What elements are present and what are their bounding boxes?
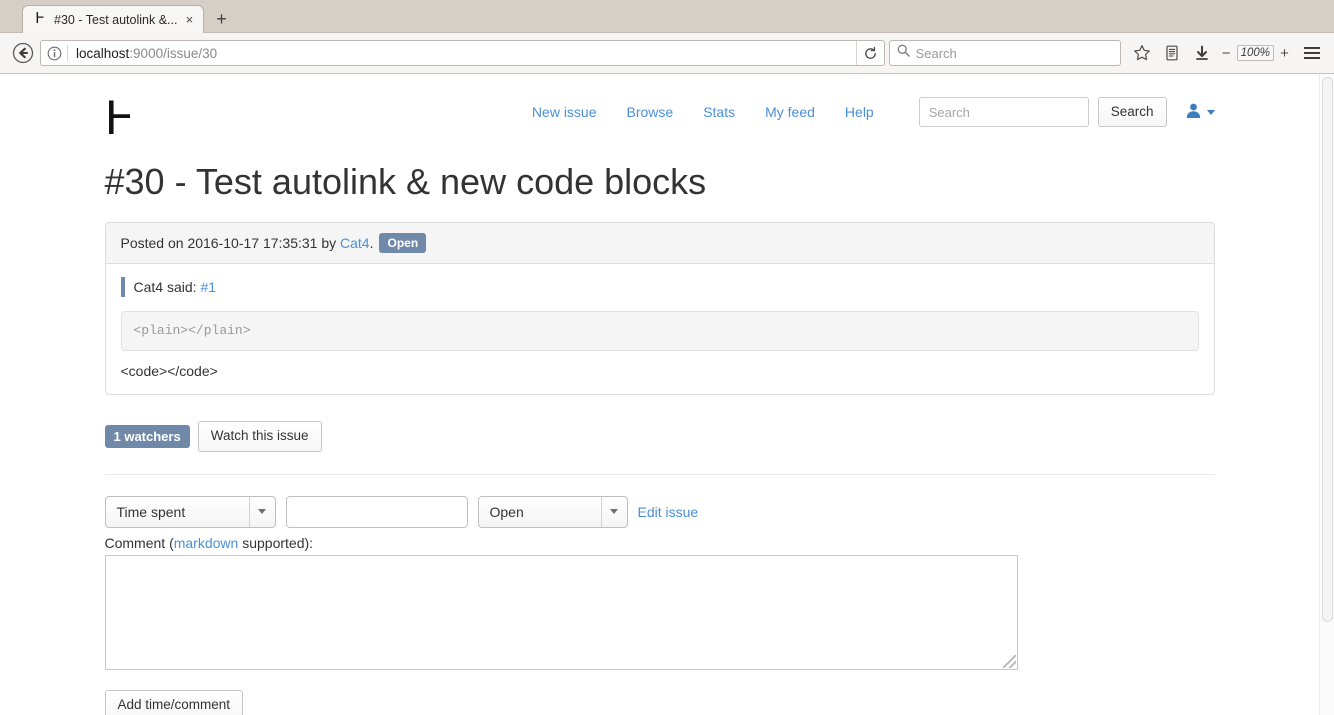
body-paragraph: <code></code> xyxy=(120,363,218,380)
page-content: Ͱ New issue Browse Stats My feed Help Se… xyxy=(0,74,1319,715)
issue-body: Cat4 said: #1 <plain></plain> <code></co… xyxy=(106,264,1214,394)
url-text: localhost:9000/issue/30 xyxy=(68,46,856,61)
status-badge: Open xyxy=(379,232,427,253)
site-info-icon[interactable] xyxy=(41,46,67,61)
quoted-comment: Cat4 said: #1 xyxy=(120,276,1199,297)
library-icon[interactable] xyxy=(1157,38,1187,68)
search-icon xyxy=(897,44,910,62)
quote-text: Cat4 said: xyxy=(133,278,201,295)
site-header: Ͱ New issue Browse Stats My feed Help Se… xyxy=(105,74,1215,146)
chevron-down-icon xyxy=(1206,109,1215,115)
time-spent-select-value: Time spent xyxy=(116,503,186,520)
site-logo[interactable]: Ͱ xyxy=(105,96,135,142)
bookmark-star-icon[interactable] xyxy=(1127,38,1157,68)
posted-date: 2016-10-17 17:35:31 xyxy=(187,234,318,251)
edit-issue-link[interactable]: Edit issue xyxy=(638,504,699,520)
watch-issue-button[interactable]: Watch this issue xyxy=(197,421,322,452)
page-viewport: Ͱ New issue Browse Stats My feed Help Se… xyxy=(0,74,1334,715)
url-path: :9000/issue/30 xyxy=(129,45,218,61)
tab-title: #30 - Test autolink &... xyxy=(54,12,178,27)
header-search-button[interactable]: Search xyxy=(1097,97,1167,127)
chevron-down-icon xyxy=(248,496,275,527)
header-search-form: Search xyxy=(918,97,1167,127)
nav-item-browse[interactable]: Browse xyxy=(612,96,689,128)
url-host: localhost xyxy=(76,45,130,61)
favicon-icon: Ͱ xyxy=(35,11,45,27)
add-time-comment-button[interactable]: Add time/comment xyxy=(104,689,244,715)
nav-item-my-feed[interactable]: My feed xyxy=(750,96,830,128)
markdown-link[interactable]: markdown xyxy=(174,535,239,551)
browser-search-bar[interactable]: Search xyxy=(888,40,1121,66)
watchers-count-badge: 1 watchers xyxy=(104,425,190,449)
author-link[interactable]: Cat4 xyxy=(340,235,370,251)
issue-meta: Posted on 2016-10-17 17:35:31 by Cat4. Op… xyxy=(105,222,1214,264)
issue-panel: Posted on 2016-10-17 17:35:31 by Cat4. Op… xyxy=(104,221,1215,396)
page-title: #30 - Test autolink & new code blocks xyxy=(104,161,707,202)
section-divider xyxy=(104,473,1215,475)
status-select[interactable]: Open xyxy=(477,495,628,528)
address-bar[interactable]: localhost:9000/issue/30 xyxy=(40,40,885,66)
page-scrollbar[interactable] xyxy=(1319,74,1334,715)
user-avatar-icon xyxy=(1185,102,1202,122)
zoom-controls: − 100% + xyxy=(1219,45,1292,62)
code-block: <plain></plain> xyxy=(120,310,1199,352)
quote-reference-link[interactable]: #1 xyxy=(200,279,216,295)
posted-prefix: Posted on xyxy=(120,234,188,251)
hamburger-menu-icon[interactable] xyxy=(1298,39,1326,67)
nav-item-stats[interactable]: Stats xyxy=(688,96,750,128)
tab-strip: Ͱ #30 - Test autolink &... × + xyxy=(0,0,1334,33)
scrollbar-thumb[interactable] xyxy=(1322,77,1333,622)
browser-tab[interactable]: Ͱ #30 - Test autolink &... × xyxy=(22,5,205,33)
nav-item-new-issue[interactable]: New issue xyxy=(517,96,612,128)
comment-label-end: supported): xyxy=(238,534,314,551)
posted-by-text: by xyxy=(317,234,341,251)
content-container: Ͱ New issue Browse Stats My feed Help Se… xyxy=(90,74,1230,715)
submit-row: Add time/comment xyxy=(104,689,1215,715)
comment-field-label: Comment (markdown supported): xyxy=(105,535,1215,551)
chevron-down-icon xyxy=(600,496,627,527)
header-search-input[interactable] xyxy=(918,97,1089,127)
nav-item-help[interactable]: Help xyxy=(830,96,889,128)
zoom-in-button[interactable]: + xyxy=(1277,45,1292,62)
comment-textarea[interactable] xyxy=(104,554,1018,670)
author-suffix: . xyxy=(369,234,374,251)
browser-window: Ͱ #30 - Test autolink &... × + localhost… xyxy=(0,0,1334,715)
user-menu[interactable] xyxy=(1185,102,1215,122)
reload-icon[interactable] xyxy=(855,41,884,65)
comment-textarea-wrapper xyxy=(104,554,1018,670)
browser-toolbar: localhost:9000/issue/30 Search − 100% + xyxy=(0,33,1334,74)
time-comment-form-row: Time spent Open Edit issue xyxy=(104,495,1215,528)
new-tab-button[interactable]: + xyxy=(206,5,236,33)
watchers-row: 1 watchers Watch this issue xyxy=(104,421,1215,452)
zoom-out-button[interactable]: − xyxy=(1219,45,1234,62)
time-value-input[interactable] xyxy=(285,495,468,528)
time-spent-select[interactable]: Time spent xyxy=(104,495,276,528)
zoom-level[interactable]: 100% xyxy=(1236,45,1274,61)
status-select-value: Open xyxy=(489,503,524,520)
main-navigation: New issue Browse Stats My feed Help Sear… xyxy=(517,96,1215,128)
back-icon[interactable] xyxy=(8,38,38,68)
close-icon[interactable]: × xyxy=(181,12,197,28)
comment-label-start: Comment ( xyxy=(104,534,174,551)
browser-search-placeholder: Search xyxy=(915,45,957,61)
downloads-icon[interactable] xyxy=(1187,38,1217,68)
